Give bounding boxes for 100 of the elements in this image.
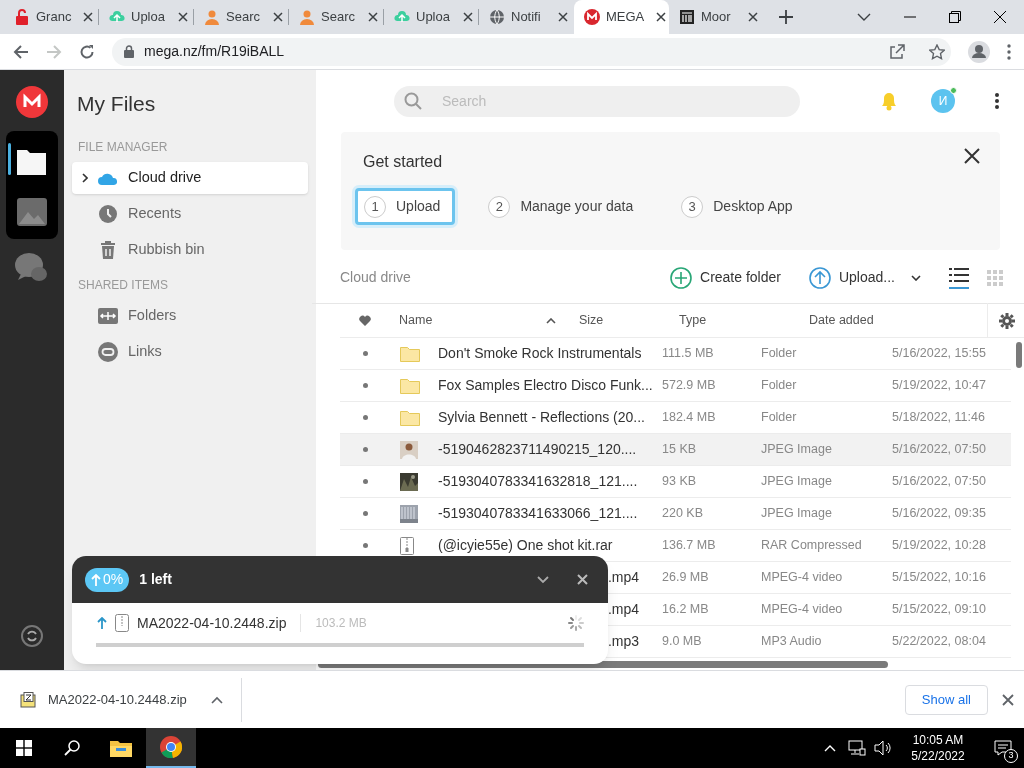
bullet-icon [362,543,368,548]
scrollbar[interactable] [1016,342,1022,368]
volume-icon[interactable] [874,740,892,756]
folder-icon[interactable] [110,739,132,757]
close-icon[interactable] [994,11,1006,23]
bullet-icon [362,479,368,484]
close-icon[interactable] [273,12,283,22]
download-item[interactable]: MA2022-04-10.2448.zip [20,677,242,722]
tab-title: Notifi [511,8,541,27]
share-icon[interactable] [889,43,905,60]
sidebar-item[interactable]: Folders [72,300,308,332]
create-folder-button[interactable]: Create folder [670,266,781,289]
step-button[interactable]: 3 Desktop App [672,188,808,225]
maximize-icon[interactable] [949,11,961,23]
file-name: .mp4 [607,568,639,587]
sidebar-item[interactable]: Links [72,336,308,368]
close-icon[interactable] [178,12,188,22]
chevron-down-icon [911,274,921,281]
zip-file-icon [115,614,129,632]
chevron-up-icon[interactable] [824,744,836,752]
mega-logo-icon [584,9,600,25]
column-header[interactable]: Name [399,311,433,330]
zip-file-icon [20,691,36,708]
heart-icon[interactable] [359,315,371,326]
settings-icon[interactable] [998,312,1015,329]
tab-title: Uploa [416,8,450,27]
chevron-right-icon[interactable] [82,173,88,183]
mega-logo-icon[interactable] [16,86,48,118]
notification-count: 3 [1004,749,1018,763]
chevron-down-icon[interactable] [537,575,549,584]
table-cell-text: MP3 Audio [761,633,823,651]
step-button[interactable]: 2 Manage your data [479,188,649,225]
clock[interactable]: 10:05 AM 5/22/2022 [900,732,976,764]
plus-circle-icon [670,266,692,289]
star-icon[interactable] [929,43,945,60]
search-icon[interactable] [64,740,80,756]
table-cell-text: MPEG-4 video [761,569,844,587]
table-cell-text: 5/16/2022, 09:35 [892,505,986,523]
column-header[interactable]: Date added [800,311,987,330]
file-row[interactable]: -5190462823711490215_120.... 15 KB JPEG Image 5/16/2022, 07:50 [340,434,1011,466]
table-cell-text: 15 KB [662,441,698,459]
upload-button[interactable]: Upload... [808,266,921,289]
file-name: Don't Smoke Rock Instrumentals [438,344,642,363]
search-icon [404,91,422,110]
back-icon[interactable] [13,43,29,60]
close-icon[interactable] [656,12,667,22]
table-cell-text: JPEG Image [761,505,833,523]
sidebar-item[interactable]: Rubbish bin [72,234,308,266]
sync-icon[interactable] [21,625,43,647]
close-icon[interactable] [964,148,980,164]
remaining-count: 1 left [139,570,172,589]
folder-icon [400,345,420,362]
close-icon[interactable] [558,12,568,22]
notifications-icon[interactable] [994,740,1012,756]
file-name: Fox Samples Electro Disco Funk... [438,376,653,395]
chevron-up-icon [210,695,223,704]
file-name: Sylvia Bennett - Reflections (20... [438,408,645,427]
close-icon[interactable] [368,12,378,22]
table-cell-text: 5/15/2022, 10:16 [892,569,986,587]
file-name: .mp3 [607,632,639,651]
sort-up-icon[interactable] [546,317,556,324]
file-name: MA2022-04-10.2448.zip [137,613,287,633]
reload-icon[interactable] [79,43,95,60]
close-icon[interactable] [577,574,588,585]
new-tab-icon[interactable] [779,10,793,24]
column-header[interactable]: Size [570,311,670,330]
card-title: Get started [363,152,443,172]
sidebar-item[interactable]: Recents [72,198,308,230]
tab-title: Granc [36,8,72,27]
table-cell-text: 182.4 MB [662,409,717,427]
table-cell-text: 572.9 MB [662,377,717,395]
zip-file-icon [400,536,414,555]
network-icon[interactable] [848,740,866,756]
tab-title: MEGA [606,8,645,27]
close-icon[interactable] [748,12,758,22]
list-view-icon[interactable] [949,266,969,289]
bullet-icon [362,351,368,356]
trash-icon [99,241,117,259]
file-row[interactable]: Don't Smoke Rock Instrumentals 111.5 MB Folder 5/16/2022, 15:55 [340,338,1011,370]
close-icon[interactable] [463,12,473,22]
windows-start-icon[interactable] [16,740,32,756]
more-icon[interactable] [995,93,999,109]
address-bar[interactable]: mega.nz/fm/R19iBALL [112,37,951,66]
profile-icon[interactable] [968,40,990,63]
show-all-button[interactable]: Show all [904,684,988,715]
browser-tab[interactable]: MEGA [574,0,669,34]
chevron-down-icon[interactable] [857,12,871,22]
table-cell-text: JPEG Image [761,473,833,491]
sidebar-item[interactable]: Cloud drive [72,162,308,194]
close-icon[interactable] [83,12,94,22]
breadcrumb: Cloud drive [340,268,411,287]
close-icon[interactable] [1002,693,1014,706]
table-cell-text: 5/19/2022, 10:28 [892,537,986,555]
column-header[interactable]: Type [670,311,800,330]
chrome-icon[interactable] [160,736,182,758]
table-cell-text: 5/16/2022, 07:50 [892,473,986,491]
menu-icon[interactable] [1007,43,1011,60]
table-cell-text: 5/16/2022, 15:55 [892,345,986,363]
person-icon [204,9,220,25]
step-button[interactable]: 1 Upload [355,188,456,225]
